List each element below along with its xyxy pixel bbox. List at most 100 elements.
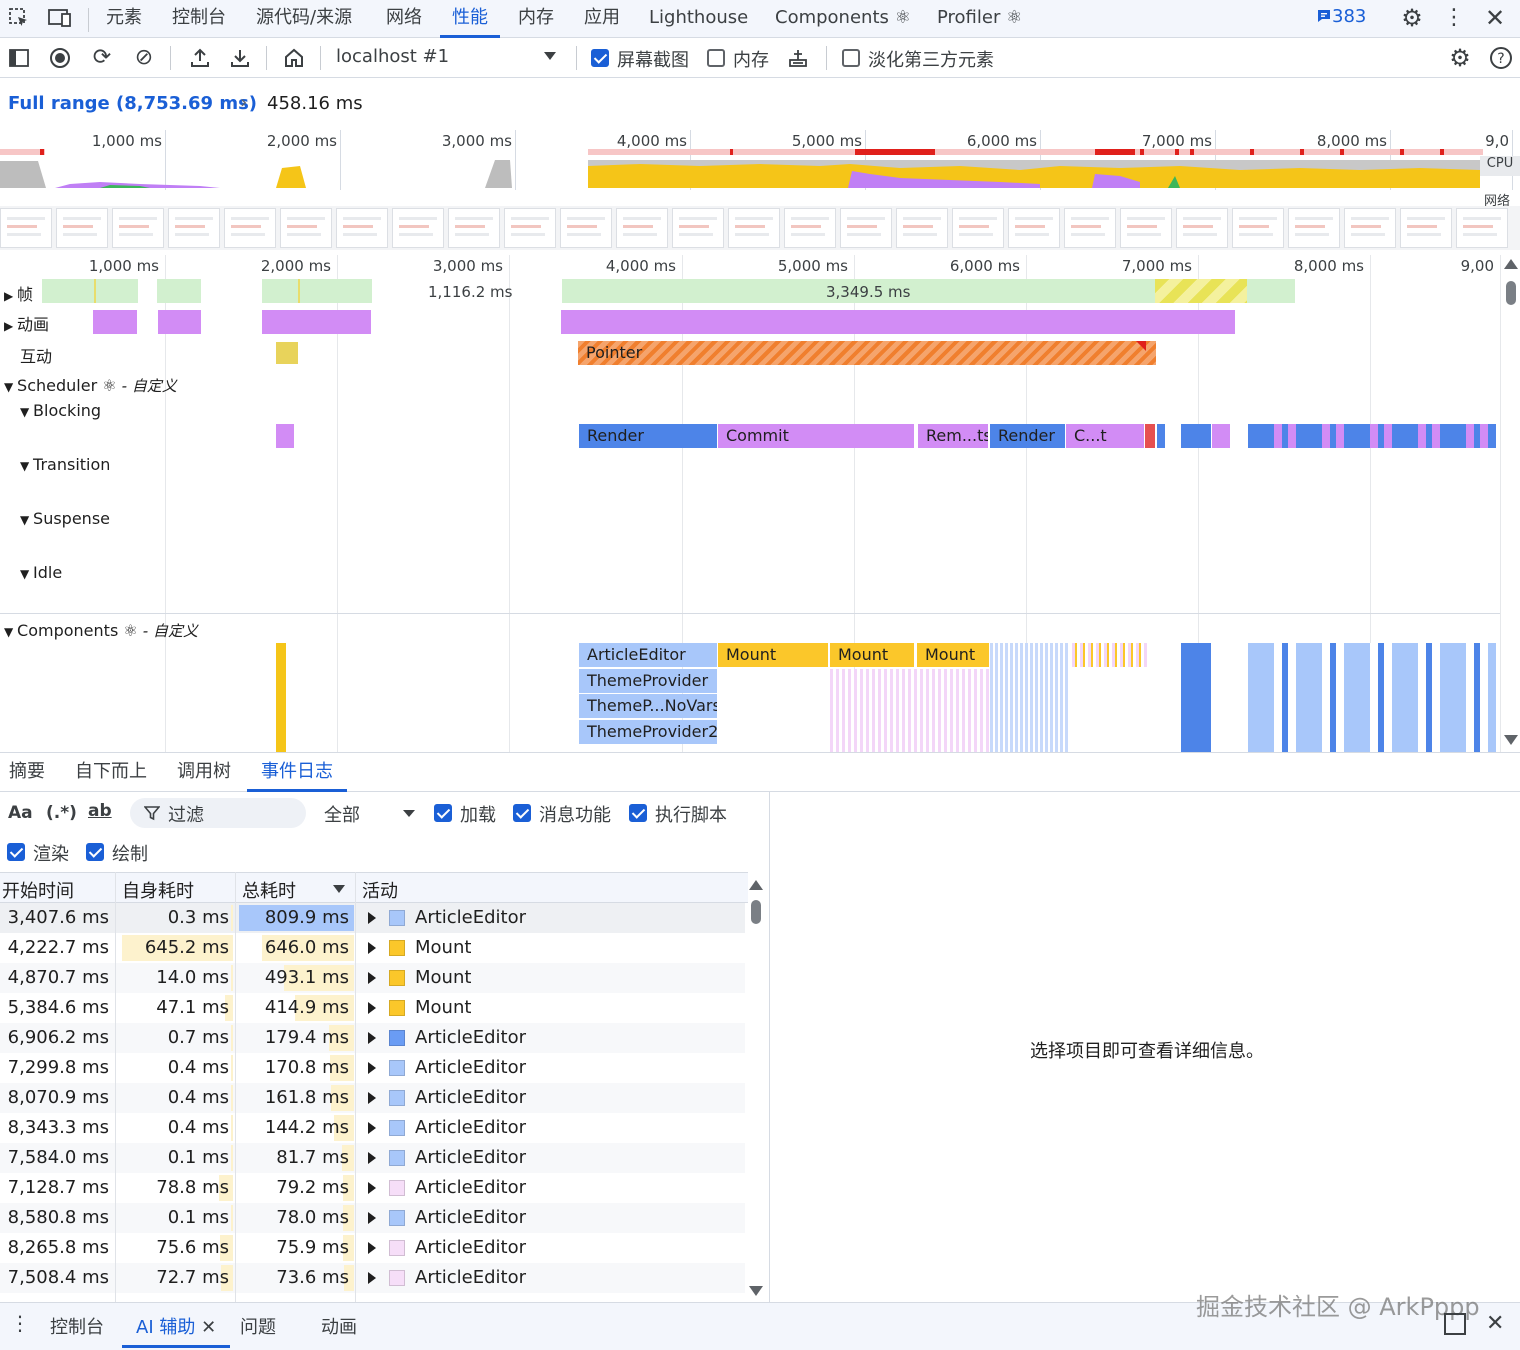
- drawer-menu-icon[interactable]: ⋮: [10, 1311, 30, 1335]
- scheduler-block[interactable]: [276, 424, 294, 448]
- commit-block[interactable]: Commit: [718, 424, 914, 448]
- chevron-down-icon[interactable]: [403, 810, 415, 817]
- table-row[interactable]: 7,508.4 ms 72.7 ms 73.6 ms ArticleEditor: [0, 1263, 745, 1293]
- garbage-collect-icon[interactable]: [783, 38, 813, 78]
- expand-arrow-icon[interactable]: [368, 1122, 376, 1134]
- clear-icon[interactable]: ⊘: [129, 38, 159, 78]
- tab-console[interactable]: 控制台: [172, 0, 226, 38]
- scope-select[interactable]: 全部: [324, 801, 360, 827]
- column-start-time[interactable]: 开始时间: [2, 877, 74, 903]
- expand-arrow-icon[interactable]: [368, 1182, 376, 1194]
- tab-performance[interactable]: 性能: [440, 0, 500, 38]
- record-icon[interactable]: [45, 38, 75, 78]
- column-self-time[interactable]: 自身耗时: [122, 877, 194, 903]
- issues-counter[interactable]: 383: [1316, 6, 1366, 27]
- track-components[interactable]: ▼ Components ⚛ - 自定义: [4, 620, 198, 641]
- inspect-element-icon[interactable]: [6, 6, 32, 32]
- component-block-theme-provider-novars[interactable]: ThemeP...NoVars: [579, 694, 717, 718]
- component-block[interactable]: [276, 643, 286, 752]
- capture-settings-gear-icon[interactable]: ⚙: [1445, 38, 1475, 78]
- component-block-mount[interactable]: Mount: [830, 643, 914, 667]
- tab-lighthouse[interactable]: Lighthouse: [649, 0, 748, 38]
- table-row[interactable]: 3,407.6 ms 0.3 ms 809.9 ms ArticleEditor: [0, 903, 745, 933]
- track-blocking[interactable]: ▼ Blocking: [20, 401, 101, 420]
- rendering-checkbox[interactable]: [7, 843, 25, 861]
- regex-icon[interactable]: (.*): [46, 803, 77, 823]
- expand-arrow-icon[interactable]: [368, 972, 376, 984]
- component-block-mount[interactable]: Mount: [917, 643, 989, 667]
- component-block-article-editor[interactable]: ArticleEditor: [579, 643, 717, 667]
- animation-block[interactable]: [561, 310, 1235, 334]
- dock-side-icon[interactable]: [1444, 1313, 1466, 1335]
- tab-profiler[interactable]: Profiler ⚛: [937, 0, 1022, 38]
- component-block-theme-provider2[interactable]: ThemeProvider2: [579, 720, 717, 744]
- frame-block[interactable]: [262, 279, 372, 303]
- scroll-down-icon[interactable]: [1504, 735, 1518, 745]
- loading-checkbox[interactable]: [434, 804, 452, 822]
- component-block-cluster[interactable]: [1248, 643, 1496, 752]
- table-row[interactable]: 4,870.7 ms 14.0 ms 493.1 ms Mount: [0, 963, 745, 993]
- partial-frame-block[interactable]: [1155, 279, 1247, 303]
- whole-word-icon[interactable]: ab: [88, 801, 112, 821]
- drawer-tab-animations[interactable]: 动画: [321, 1313, 357, 1339]
- expand-arrow-icon[interactable]: [368, 1062, 376, 1074]
- download-icon[interactable]: [225, 38, 255, 78]
- component-block-theme-provider[interactable]: ThemeProvider: [579, 669, 717, 693]
- track-transition[interactable]: ▼ Transition: [20, 455, 110, 474]
- drawer-tab-issues[interactable]: 问题: [240, 1313, 276, 1339]
- scripting-checkbox[interactable]: [629, 804, 647, 822]
- table-row[interactable]: 8,265.8 ms 75.6 ms 75.9 ms ArticleEditor: [0, 1233, 745, 1263]
- tab-call-tree[interactable]: 调用树: [177, 753, 231, 792]
- render-block[interactable]: Render: [990, 424, 1065, 448]
- sidebar-toggle-icon[interactable]: [4, 38, 34, 78]
- home-icon[interactable]: [279, 38, 309, 78]
- screenshots-checkbox[interactable]: [591, 49, 609, 67]
- table-row[interactable]: 8,070.9 ms 0.4 ms 161.8 ms ArticleEditor: [0, 1083, 745, 1113]
- close-tab-icon[interactable]: ✕: [201, 1317, 216, 1338]
- target-select[interactable]: localhost #1: [336, 46, 449, 67]
- drawer-tab-console[interactable]: 控制台: [50, 1313, 104, 1339]
- column-activity[interactable]: 活动: [362, 877, 398, 903]
- table-scrollbar-thumb[interactable]: [751, 900, 761, 924]
- tab-bottom-up[interactable]: 自下而上: [75, 753, 147, 792]
- close-drawer-icon[interactable]: ✕: [1486, 1311, 1504, 1336]
- close-devtools-icon[interactable]: ✕: [1482, 4, 1508, 32]
- table-row[interactable]: 7,128.7 ms 78.8 ms 79.2 ms ArticleEditor: [0, 1173, 745, 1203]
- track-interactions[interactable]: 互动: [20, 343, 52, 367]
- interaction-block[interactable]: [276, 342, 298, 364]
- scheduler-block[interactable]: [1212, 424, 1230, 448]
- tab-components[interactable]: Components ⚛: [775, 0, 911, 38]
- match-case-icon[interactable]: Aa: [8, 803, 33, 823]
- expand-arrow-icon[interactable]: [368, 912, 376, 924]
- track-frames[interactable]: ▶ 帧: [4, 281, 33, 305]
- full-range-crumb[interactable]: Full range (8,753.69 ms): [8, 93, 257, 114]
- frame-block[interactable]: [42, 279, 138, 303]
- scheduler-block[interactable]: [1181, 424, 1211, 448]
- track-animations[interactable]: ▶ 动画: [4, 311, 49, 335]
- component-children-cluster[interactable]: [990, 643, 1070, 752]
- table-row[interactable]: 7,299.8 ms 0.4 ms 170.8 ms ArticleEditor: [0, 1053, 745, 1083]
- table-row[interactable]: 8,343.3 ms 0.4 ms 144.2 ms ArticleEditor: [0, 1113, 745, 1143]
- animation-block[interactable]: [158, 310, 201, 334]
- component-block[interactable]: [1181, 643, 1211, 752]
- table-row[interactable]: 6,906.2 ms 0.7 ms 179.4 ms ArticleEditor: [0, 1023, 745, 1053]
- tab-event-log[interactable]: 事件日志: [247, 753, 347, 792]
- timeline-overview[interactable]: 1,000 ms 2,000 ms 3,000 ms 4,000 ms 5,000 ms…: [0, 130, 1520, 255]
- expand-arrow-icon[interactable]: [368, 1212, 376, 1224]
- drawer-tab-ai-assistance[interactable]: AI 辅助 ✕: [122, 1303, 231, 1348]
- scroll-up-icon[interactable]: [749, 880, 763, 890]
- dim-third-party-checkbox[interactable]: [842, 49, 860, 67]
- painting-checkbox[interactable]: [86, 843, 104, 861]
- table-row[interactable]: 5,384.6 ms 47.1 ms 414.9 ms Mount: [0, 993, 745, 1023]
- upload-icon[interactable]: [185, 38, 215, 78]
- tab-application[interactable]: 应用: [584, 0, 620, 38]
- component-block-mount[interactable]: Mount: [718, 643, 828, 667]
- filter-input[interactable]: 过滤: [130, 798, 306, 828]
- reload-record-icon[interactable]: ⟳: [87, 38, 117, 78]
- scheduler-block[interactable]: [1145, 424, 1155, 448]
- track-suspense[interactable]: ▼ Suspense: [20, 509, 110, 528]
- animation-block[interactable]: [262, 310, 371, 334]
- tab-memory[interactable]: 内存: [518, 0, 554, 38]
- pointer-interaction-block[interactable]: Pointer: [578, 341, 1156, 365]
- scroll-up-icon[interactable]: [1504, 259, 1518, 269]
